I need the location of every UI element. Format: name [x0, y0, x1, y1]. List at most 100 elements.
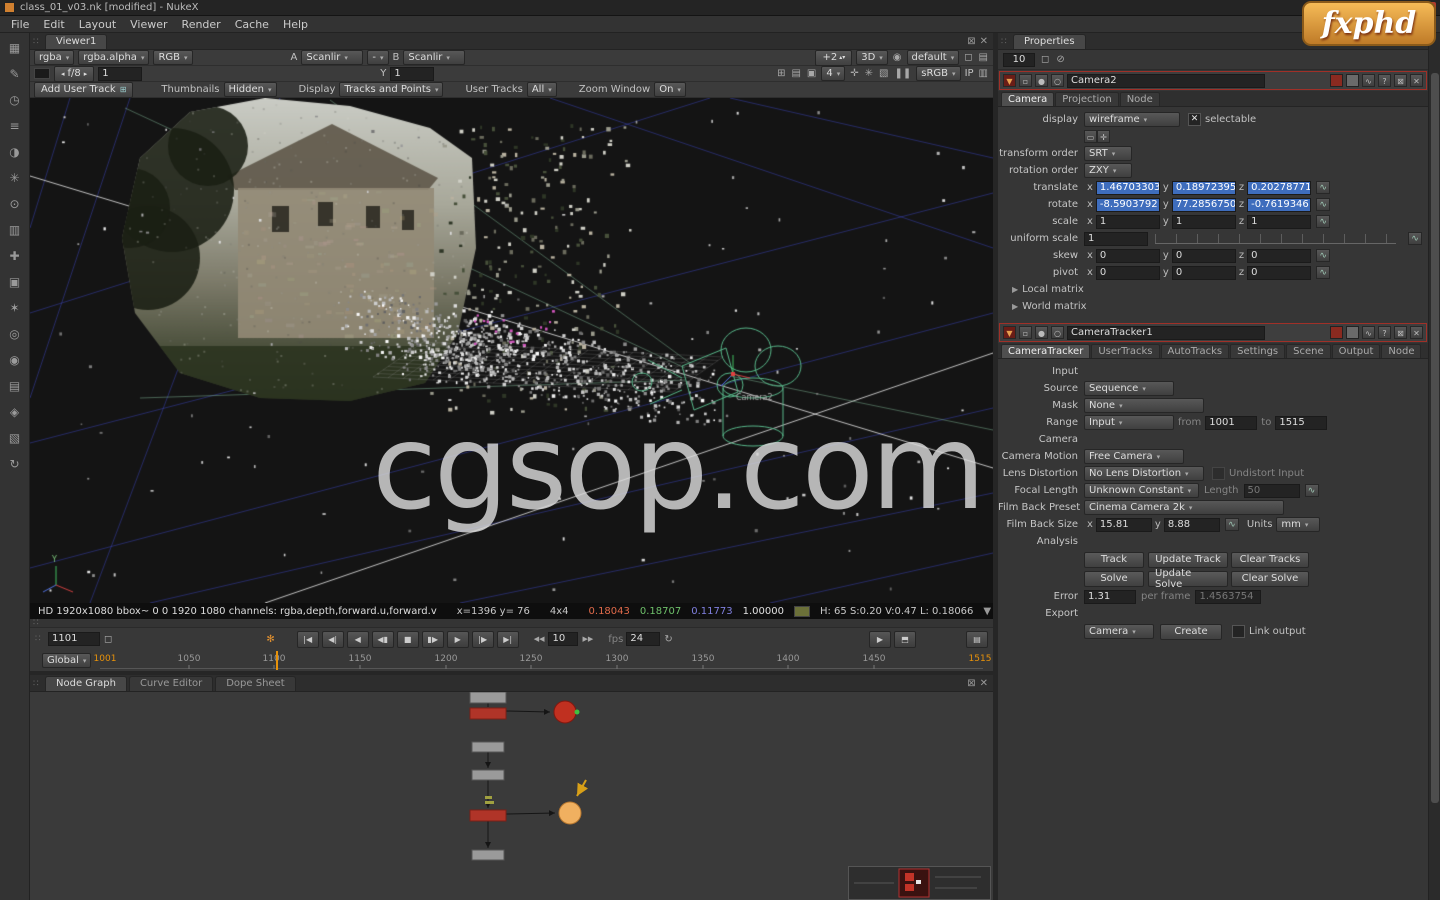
animation-menu-icon[interactable]: ∿	[1408, 232, 1422, 245]
time-icon[interactable]: ◷	[4, 93, 26, 108]
float-icon[interactable]: ⊠	[1394, 326, 1407, 339]
help-icon[interactable]: ?	[1378, 74, 1391, 87]
film-back-preset-select[interactable]: Cinema Camera 2k	[1084, 500, 1284, 515]
status-expand-icon[interactable]: ▼	[983, 606, 991, 617]
expand-icon[interactable]: ▶	[1012, 285, 1018, 294]
panel-grip-icon[interactable]: ∷	[33, 678, 43, 691]
animation-menu-icon[interactable]: ∿	[1316, 198, 1331, 211]
pin-panels-icon[interactable]: ◻	[1040, 53, 1050, 66]
image-icon[interactable]: ▦	[4, 41, 26, 56]
display-select[interactable]: Tracks and Points	[339, 82, 444, 97]
range-to-field[interactable]: 1515	[1275, 415, 1328, 430]
tab-output[interactable]: Output	[1331, 344, 1381, 358]
tab-curve-editor[interactable]: Curve Editor	[128, 676, 214, 691]
scrollbar-thumb[interactable]	[1431, 73, 1439, 803]
node-name-field[interactable]: CameraTracker1	[1067, 325, 1265, 340]
refresh-icon[interactable]: ↻	[4, 457, 26, 472]
draw-icon[interactable]: ✎	[4, 67, 26, 82]
splitter[interactable]: ∷	[30, 617, 993, 630]
update-track-button[interactable]: Update Track	[1148, 551, 1228, 568]
update-solve-button[interactable]: Update Solve	[1148, 568, 1228, 590]
solve-button[interactable]: Solve	[1084, 570, 1144, 587]
link-output-checkbox[interactable]: ✕	[1232, 625, 1245, 638]
tab-node[interactable]: Node	[1381, 344, 1422, 358]
user-tracks-select[interactable]: All	[526, 82, 557, 97]
channels-select[interactable]: RGB	[153, 50, 193, 65]
merge-icon[interactable]: ▥	[4, 223, 26, 238]
fps-field[interactable]: 24	[626, 632, 661, 646]
skew-y-field[interactable]: 0	[1171, 248, 1236, 263]
world-matrix-label[interactable]: World matrix	[1022, 301, 1086, 312]
tab-scene[interactable]: Scene	[1286, 344, 1331, 358]
clear-solve-button[interactable]: Clear Solve	[1231, 570, 1309, 587]
rotation-order-select[interactable]: ZXY	[1084, 163, 1132, 178]
range-select[interactable]: Input	[1084, 415, 1174, 430]
deep-icon[interactable]: ◎	[4, 327, 26, 342]
dag-node[interactable]	[553, 700, 577, 724]
rotate-x-field[interactable]: -8.5903792	[1095, 197, 1160, 212]
animation-menu-icon[interactable]: ∿	[1224, 518, 1239, 531]
float-icon[interactable]: ⊠	[1394, 74, 1407, 87]
error-field[interactable]: 1.31	[1084, 589, 1136, 604]
close-panel-icon[interactable]: ✕	[980, 678, 988, 689]
translate-y-field[interactable]: 0.18972395	[1171, 180, 1236, 195]
bulb-icon[interactable]: ○	[1051, 326, 1064, 339]
node-color-swatch[interactable]	[1330, 326, 1343, 339]
translate-x-field[interactable]: 1.46703303	[1095, 180, 1160, 195]
transform-icon[interactable]: ✚	[4, 249, 26, 264]
stop-button[interactable]: ■	[396, 630, 419, 648]
channel-icon[interactable]: ≡	[4, 119, 26, 134]
create-button[interactable]: Create	[1160, 623, 1222, 640]
pivot-x-field[interactable]: 0	[1095, 265, 1160, 280]
animation-menu-icon[interactable]: ∿	[1316, 215, 1331, 228]
viewer-camera-select[interactable]: default	[906, 50, 960, 65]
plugins-icon[interactable]: ▧	[4, 431, 26, 446]
render-monitor-icon[interactable]: ⬒	[894, 630, 916, 648]
film-back-y-field[interactable]: 8.88	[1163, 517, 1220, 532]
menu-viewer[interactable]: Viewer	[123, 18, 174, 31]
bulb-icon[interactable]: ○	[1051, 74, 1064, 87]
format-icon[interactable]: ▤	[790, 67, 801, 80]
animation-menu-icon[interactable]: ∿	[1316, 266, 1331, 279]
skew-x-field[interactable]: 0	[1095, 248, 1160, 263]
metadata-icon[interactable]: ▤	[4, 379, 26, 394]
gain-slider-icon[interactable]: ▣	[806, 67, 817, 80]
expand-icon[interactable]: ▶	[1012, 302, 1018, 311]
skew-z-field[interactable]: 0	[1247, 248, 1312, 263]
tab-node-graph[interactable]: Node Graph	[45, 676, 127, 691]
prev-keyframe-button[interactable]: ◀|	[321, 630, 344, 648]
film-back-x-field[interactable]: 15.81	[1095, 517, 1152, 532]
max-panels-field[interactable]: 10	[1003, 52, 1035, 67]
timeline[interactable]: Global 1001 1050 1100 1150 1200 1250 130…	[30, 650, 993, 671]
gl-color-swatch[interactable]	[1346, 326, 1359, 339]
input-process-label[interactable]: IP	[965, 68, 974, 79]
animation-menu-icon[interactable]: ∿	[1316, 249, 1331, 262]
splitter-grip-icon[interactable]: ∷	[33, 617, 43, 630]
loop-icon[interactable]: ↻	[663, 633, 673, 646]
play-backward-button[interactable]: ◀▮	[371, 630, 394, 648]
length-field[interactable]: 50	[1243, 483, 1300, 498]
scale-y-field[interactable]: 1	[1171, 214, 1236, 229]
pivot-y-field[interactable]: 0	[1171, 265, 1236, 280]
help-icon[interactable]: ?	[1378, 326, 1391, 339]
menu-edit[interactable]: Edit	[36, 18, 71, 31]
wipe-icon[interactable]: ▧	[878, 67, 889, 80]
filter-icon[interactable]: ✳	[4, 171, 26, 186]
tab-autotracks[interactable]: AutoTracks	[1160, 344, 1230, 358]
playhead[interactable]	[276, 651, 278, 670]
lens-distortion-select[interactable]: No Lens Distortion	[1084, 466, 1204, 481]
transform-order-select[interactable]: SRT	[1084, 146, 1132, 161]
collapse-icon[interactable]: ▼	[1003, 74, 1016, 87]
dag-node[interactable]	[471, 741, 505, 753]
step-back-button[interactable]: ◀	[346, 630, 369, 648]
properties-scrollbar[interactable]	[1428, 33, 1440, 900]
dag-node[interactable]	[471, 769, 505, 781]
swatch-icon[interactable]: ▫	[1019, 326, 1032, 339]
float-panel-icon[interactable]: ⊠	[967, 678, 975, 689]
flipbook-icon[interactable]: ▶	[869, 630, 891, 648]
alpha-layer-select[interactable]: rgba.alpha	[78, 50, 150, 65]
close-icon[interactable]: ✕	[1410, 326, 1423, 339]
current-frame-field[interactable]: 1101	[48, 632, 100, 646]
keyer-icon[interactable]: ⊙	[4, 197, 26, 212]
dag-node[interactable]	[469, 691, 507, 704]
